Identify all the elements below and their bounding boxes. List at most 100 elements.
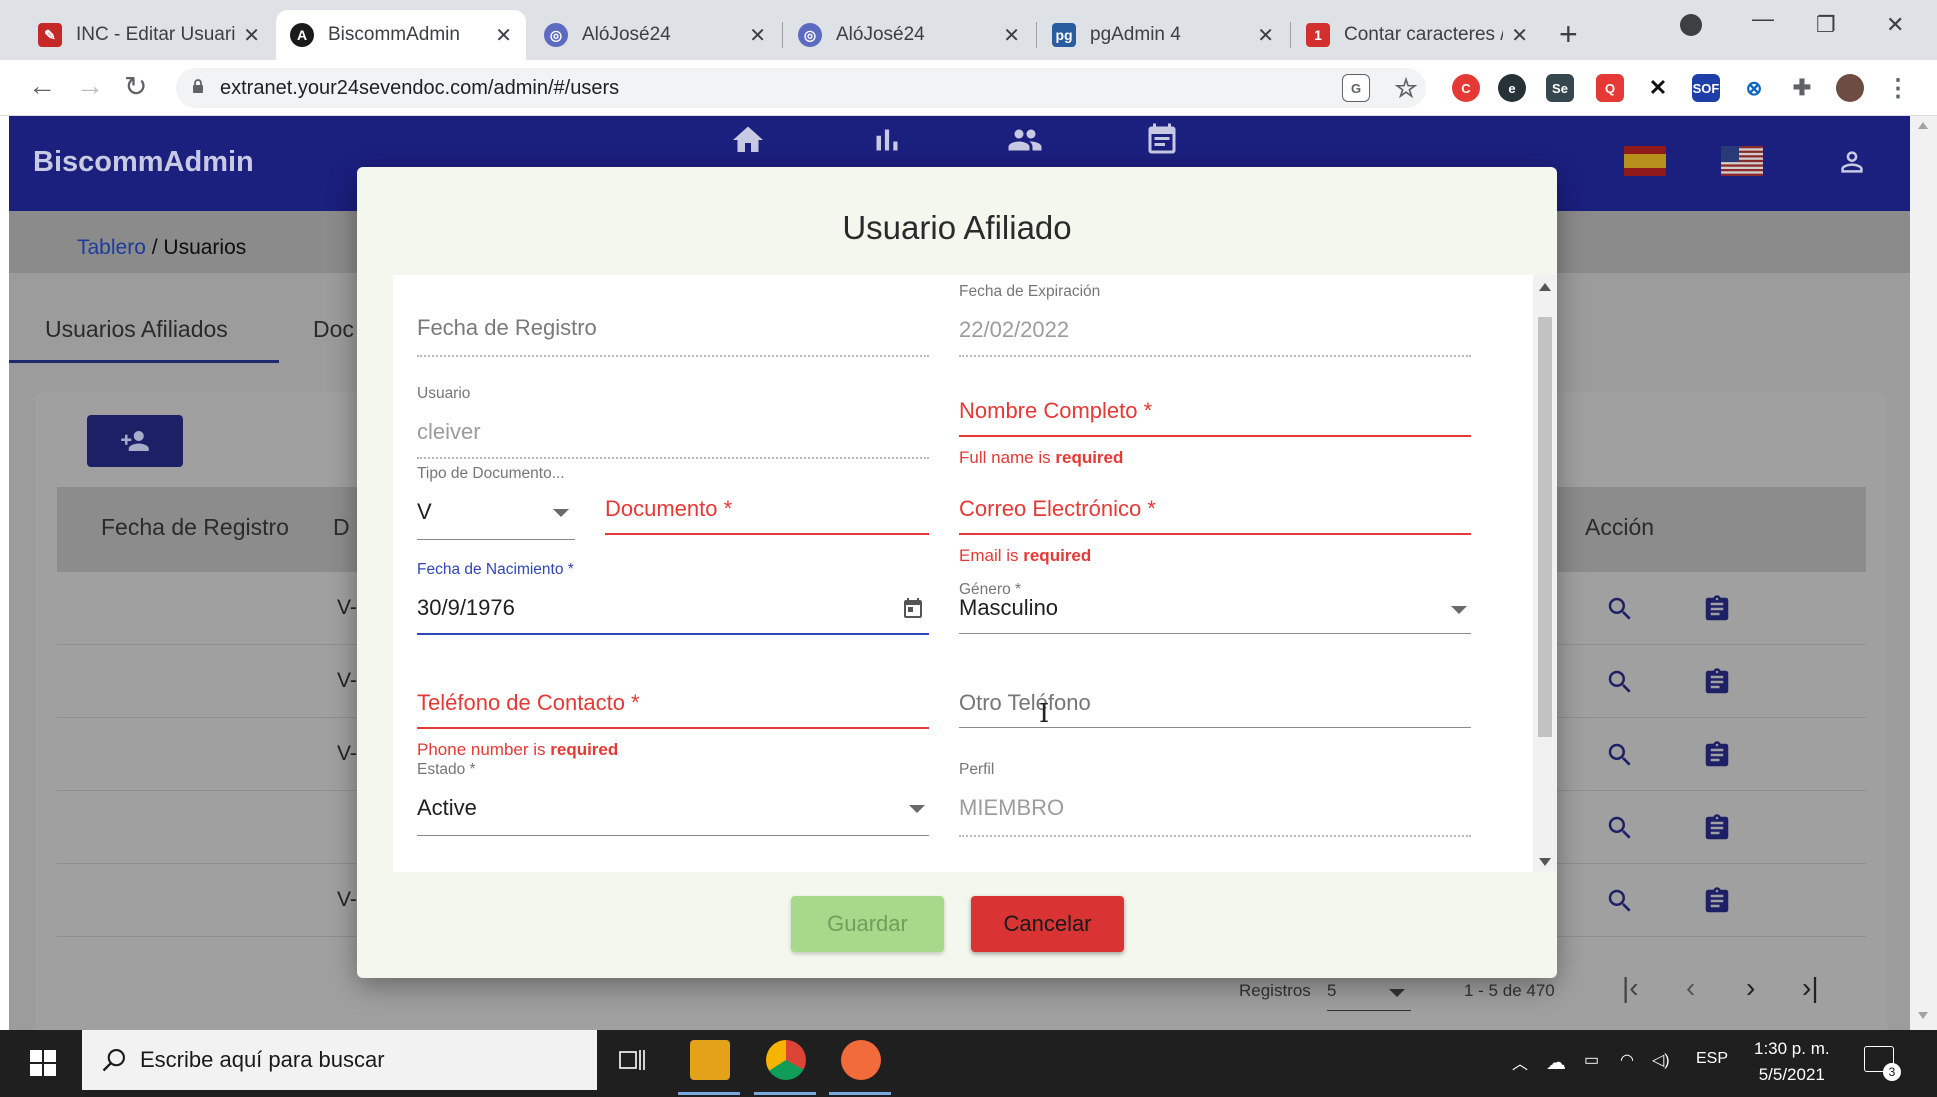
documento-input[interactable]: Documento * <box>605 493 929 553</box>
battery-icon[interactable]: ▭ <box>1584 1050 1599 1070</box>
browser-tab[interactable]: 1 Contar caracteres / ✕ <box>1292 10 1542 60</box>
chrome-icon[interactable] <box>766 1040 806 1080</box>
tab-search-icon[interactable] <box>1680 14 1702 36</box>
assignment-icon[interactable] <box>1702 594 1732 624</box>
page-scrollbar[interactable] <box>1910 116 1937 1030</box>
scroll-up-arrow-icon[interactable] <box>1918 122 1928 129</box>
assignment-icon[interactable] <box>1702 886 1732 916</box>
search-icon[interactable] <box>1605 813 1635 843</box>
tab-documentos[interactable]: Doc <box>313 316 354 343</box>
correo-input[interactable]: Correo Electrónico * Email is required <box>959 493 1471 593</box>
cancel-button[interactable]: Cancelar <box>971 896 1124 952</box>
calendar-icon[interactable] <box>1144 122 1180 158</box>
tab-usuarios-afiliados[interactable]: Usuarios Afiliados <box>45 316 228 343</box>
new-tab-plus-icon[interactable]: + <box>1559 16 1578 53</box>
browser-tab[interactable]: ✎ INC - Editar Usuario ✕ <box>24 10 274 60</box>
calendar-picker-icon[interactable] <box>901 597 925 621</box>
wifi-icon[interactable]: ◠ <box>1620 1050 1634 1070</box>
taskbar-clock[interactable]: 1:30 p. m. 5/5/2021 <box>1754 1036 1830 1088</box>
people-icon[interactable] <box>1007 122 1043 158</box>
assignment-icon[interactable] <box>1702 667 1732 697</box>
add-user-button[interactable] <box>87 415 183 467</box>
account-icon[interactable] <box>1836 146 1868 178</box>
browser-tab-active[interactable]: A BiscommAdmin ✕ <box>276 10 526 60</box>
breadcrumb-link-tablero[interactable]: Tablero <box>77 236 146 259</box>
column-header-documento[interactable]: D <box>333 514 350 541</box>
tab-title: AlóJosé24 <box>582 24 671 45</box>
scroll-up-arrow-icon[interactable] <box>1539 283 1551 291</box>
search-icon[interactable] <box>1605 667 1635 697</box>
search-icon[interactable] <box>1605 740 1635 770</box>
onedrive-icon[interactable]: ☁ <box>1546 1050 1566 1075</box>
language-indicator[interactable]: ESP <box>1696 1050 1728 1068</box>
extension-icon[interactable]: ✕ <box>1644 74 1672 102</box>
chevron-down-icon <box>909 805 925 813</box>
browser-tab[interactable]: ◎ AlóJosé24 ✕ <box>784 10 1034 60</box>
page-size-select[interactable]: 5 <box>1327 981 1411 1011</box>
usa-flag-icon[interactable] <box>1721 146 1763 176</box>
close-tab-icon[interactable]: ✕ <box>749 23 766 48</box>
first-page-icon[interactable]: |‹ <box>1622 972 1639 1004</box>
brand-title[interactable]: BiscommAdmin <box>33 146 254 179</box>
close-tab-icon[interactable]: ✕ <box>1511 23 1528 48</box>
close-window-icon[interactable]: ✕ <box>1886 12 1904 38</box>
task-view-icon[interactable] <box>618 1046 648 1074</box>
otro-telefono-input[interactable]: Otro Teléfono <box>959 687 1471 747</box>
restore-icon[interactable]: ❐ <box>1816 12 1836 38</box>
assignment-icon[interactable] <box>1702 813 1732 843</box>
minimize-icon[interactable]: — <box>1752 6 1774 32</box>
home-icon[interactable] <box>730 122 766 158</box>
close-tab-icon[interactable]: ✕ <box>1257 23 1274 48</box>
reload-icon[interactable]: ↻ <box>124 70 147 103</box>
genero-value: Masculino <box>959 595 1059 620</box>
profile-avatar[interactable] <box>1836 74 1864 102</box>
extension-icon[interactable]: Q <box>1596 74 1624 102</box>
form-scrollbar[interactable] <box>1533 275 1557 872</box>
address-bar[interactable]: extranet.your24sevendoc.com/admin/#/user… <box>176 68 1426 108</box>
save-button[interactable]: Guardar <box>791 896 944 952</box>
assignment-icon[interactable] <box>1702 740 1732 770</box>
previous-page-icon[interactable]: ‹ <box>1686 972 1695 1004</box>
translate-icon[interactable]: G <box>1342 74 1370 102</box>
fecha-nacimiento-input[interactable]: Fecha de Nacimiento * 30/9/1976 <box>417 561 929 645</box>
forward-arrow-icon[interactable]: → <box>76 70 104 102</box>
browser-tab[interactable]: pg pgAdmin 4 ✕ <box>1038 10 1288 60</box>
file-explorer-icon[interactable] <box>690 1040 730 1080</box>
close-tab-icon[interactable]: ✕ <box>495 23 512 48</box>
search-icon[interactable] <box>1605 594 1635 624</box>
sof-extension-icon[interactable]: SOF <box>1692 74 1720 102</box>
tipo-documento-select[interactable]: Tipo de Documento... V <box>417 465 589 549</box>
genero-select[interactable]: Género * Masculino <box>959 581 1471 645</box>
windows-start-icon[interactable] <box>30 1050 56 1076</box>
browser-tab[interactable]: ◎ AlóJosé24 ✕ <box>530 10 780 60</box>
estado-select[interactable]: Estado * Active <box>417 761 929 845</box>
nombre-completo-input[interactable]: Nombre Completo * Full name is required <box>959 395 1471 495</box>
kebab-menu-icon[interactable]: ⋮ <box>1884 74 1912 102</box>
extension-icon[interactable]: ⊗ <box>1740 74 1768 102</box>
scroll-down-arrow-icon[interactable] <box>1539 858 1551 866</box>
fecha-registro-field[interactable]: Fecha de Registro <box>417 305 929 365</box>
selenium-extension-icon[interactable]: Se <box>1546 74 1574 102</box>
extension-icon[interactable]: e <box>1498 74 1526 102</box>
spain-flag-icon[interactable] <box>1624 146 1666 176</box>
volume-icon[interactable]: ◁) <box>1652 1050 1670 1070</box>
bookmark-star-icon[interactable]: ☆ <box>1392 73 1420 103</box>
notifications-icon[interactable]: 3 <box>1864 1046 1901 1081</box>
tray-chevron-up-icon[interactable]: ︿ <box>1512 1050 1528 1074</box>
search-icon[interactable] <box>1605 886 1635 916</box>
puzzle-extensions-icon[interactable]: ✚ <box>1788 74 1816 102</box>
extension-icon[interactable]: C <box>1452 74 1480 102</box>
bar-chart-icon[interactable] <box>869 122 905 158</box>
column-header-fecha[interactable]: Fecha de Registro <box>101 514 289 541</box>
scroll-down-arrow-icon[interactable] <box>1918 1012 1928 1019</box>
close-tab-icon[interactable]: ✕ <box>243 23 260 48</box>
field-underline <box>417 835 929 836</box>
postman-icon[interactable] <box>841 1040 881 1080</box>
field-underline <box>417 727 929 729</box>
last-page-icon[interactable]: ›| <box>1802 972 1819 1004</box>
scroll-thumb[interactable] <box>1538 317 1552 737</box>
back-arrow-icon[interactable]: ← <box>28 70 56 102</box>
taskbar-search-input[interactable]: Escribe aquí para buscar <box>82 1030 597 1090</box>
next-page-icon[interactable]: › <box>1746 972 1755 1004</box>
close-tab-icon[interactable]: ✕ <box>1003 23 1020 48</box>
